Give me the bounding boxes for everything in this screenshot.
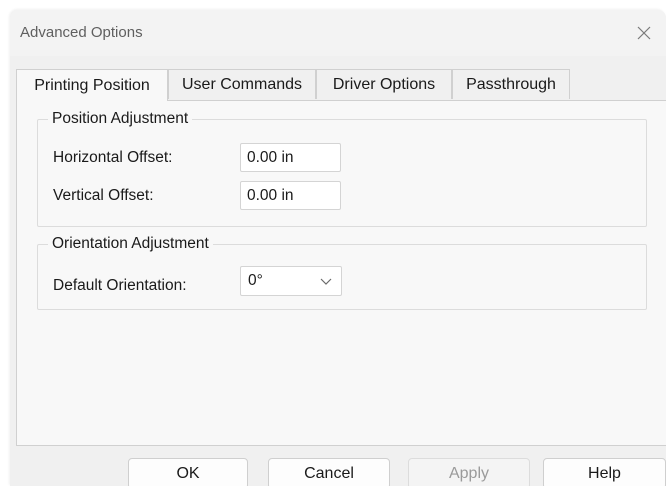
- default-orientation-dropdown[interactable]: 0°: [240, 266, 342, 296]
- apply-button[interactable]: Apply: [408, 458, 530, 486]
- chevron-down-icon: [320, 278, 332, 285]
- default-orientation-value: 0°: [248, 272, 263, 289]
- vertical-offset-label: Vertical Offset:: [53, 187, 154, 204]
- tab-passthrough[interactable]: Passthrough: [452, 69, 570, 99]
- close-button[interactable]: [630, 19, 658, 47]
- vertical-offset-field[interactable]: [240, 181, 341, 210]
- tab-driver-options[interactable]: Driver Options: [316, 69, 452, 99]
- horizontal-offset-label: Horizontal Offset:: [53, 149, 173, 166]
- position-adjustment-group: Position Adjustment: [37, 110, 647, 227]
- advanced-options-dialog: Advanced Options Printing Position User …: [10, 10, 666, 486]
- title-bar[interactable]: Advanced Options: [10, 10, 666, 56]
- orientation-adjustment-group: Orientation Adjustment: [37, 235, 647, 310]
- position-adjustment-legend: Position Adjustment: [52, 110, 189, 127]
- orientation-adjustment-legend: Orientation Adjustment: [52, 235, 209, 252]
- horizontal-offset-field[interactable]: [240, 143, 341, 172]
- close-icon: [637, 26, 651, 40]
- help-button[interactable]: Help: [543, 458, 666, 486]
- ok-button[interactable]: OK: [128, 458, 248, 486]
- tab-user-commands[interactable]: User Commands: [168, 69, 316, 99]
- dialog-footer: OK Cancel Apply Help: [10, 446, 666, 486]
- tab-printing-position[interactable]: Printing Position: [16, 69, 168, 101]
- default-orientation-label: Default Orientation:: [53, 277, 187, 294]
- window-title: Advanced Options: [20, 24, 143, 41]
- tab-panel-printing-position: Position Adjustment Horizontal Offset: V…: [16, 100, 666, 446]
- cancel-button[interactable]: Cancel: [268, 458, 390, 486]
